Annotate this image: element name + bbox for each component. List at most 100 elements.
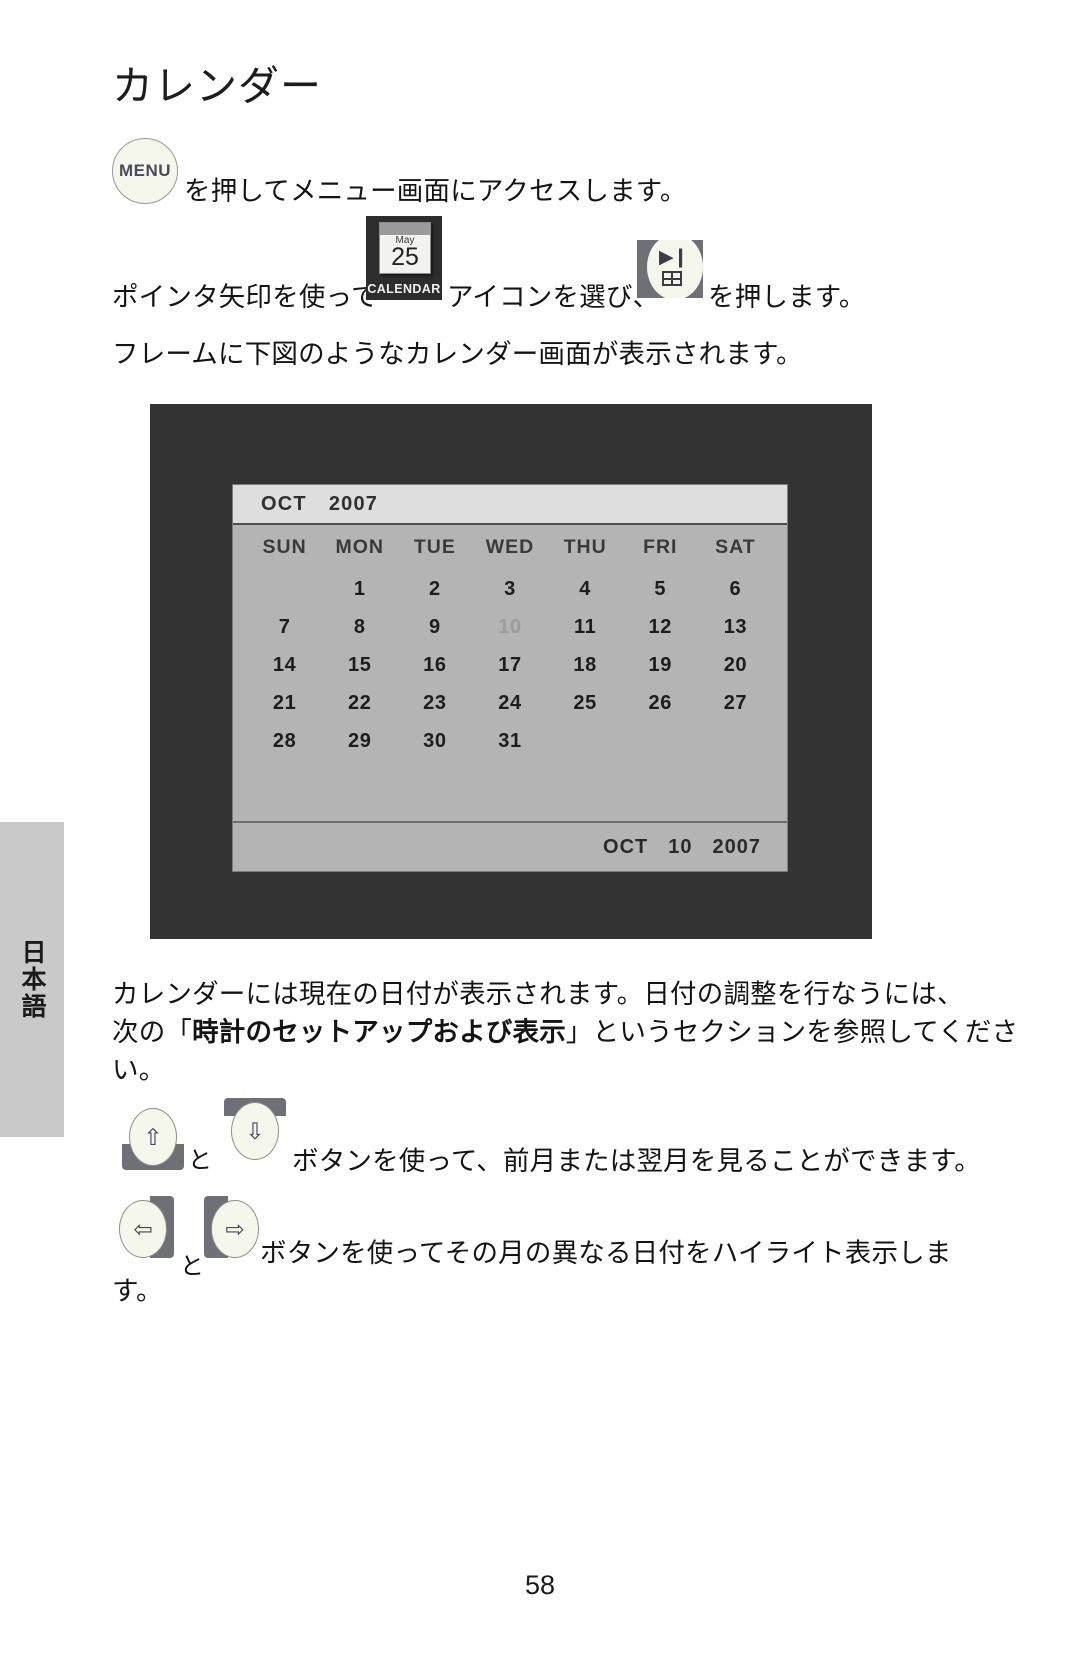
paragraph-line-2-pre: 次の「	[112, 1017, 193, 1047]
up-button-icon: ⇧	[122, 1104, 184, 1170]
calendar-week-row: 7 8 9 10 11 12 13	[247, 608, 773, 646]
calendar-day-6[interactable]: 6	[698, 578, 773, 601]
calendar-week-row: 21 22 23 24 25 26 27	[247, 684, 773, 722]
calendar-day-18[interactable]: 18	[548, 654, 623, 677]
nav-updown-conjunction: と	[188, 1147, 213, 1174]
calendar-day-10[interactable]: 10	[472, 616, 547, 639]
calendar-weekday-sun: SUN	[262, 536, 307, 558]
calendar-day-16[interactable]: 16	[397, 654, 472, 677]
step-select-text-after: を押します。	[708, 282, 866, 312]
paragraph-line-2-post: 」というセクションを参照してくださ	[565, 1017, 1019, 1047]
step-select-calendar-icon: ポインタ矢印を使って May 25 CALENDAR アイコンを選び、 ▶❙ を…	[112, 216, 936, 316]
calendar-day-27[interactable]: 27	[698, 692, 773, 715]
calendar-day-20[interactable]: 20	[698, 654, 773, 677]
arrow-down-icon: ⇩	[245, 1117, 265, 1144]
left-button-icon: ⇦	[112, 1196, 174, 1262]
calendar-day-17[interactable]: 17	[472, 654, 547, 677]
nav-leftright-instruction: ⇦ と ⇨ ボタンを使ってその月の異なる日付をハイライト表示しま す。	[112, 1196, 951, 1316]
right-button-face: ⇨	[211, 1200, 259, 1258]
play-pause-icon: ▶❙	[659, 247, 689, 268]
calendar-day-29[interactable]: 29	[322, 730, 397, 753]
calendar-day-2[interactable]: 2	[397, 578, 472, 601]
calendar-weekday-thu: THU	[563, 536, 607, 558]
calendar-header-month: OCT	[261, 492, 307, 515]
menu-button-label: MENU	[118, 161, 172, 180]
calendar-icon-label: CALENDAR	[367, 282, 441, 296]
calendar-footer: OCT 10 2007	[233, 821, 787, 871]
calendar-weekday-sat: SAT	[715, 536, 756, 558]
calendar-day-23[interactable]: 23	[397, 692, 472, 715]
left-button-face: ⇦	[119, 1200, 167, 1258]
nav-leftright-conjunction: と	[180, 1253, 205, 1280]
calendar-header-year: 2007	[328, 492, 379, 515]
calendar-weekday-mon: MON	[335, 536, 384, 558]
calendar-day-26[interactable]: 26	[623, 692, 698, 715]
calendar-day-8[interactable]: 8	[322, 616, 397, 639]
calendar-day-7[interactable]: 7	[247, 616, 322, 639]
arrow-right-icon: ⇨	[225, 1215, 245, 1242]
paragraph-line-2: 次の「時計のセットアップおよび表示」というセクションを参照してくださ	[112, 1013, 1018, 1051]
calendar-day-5[interactable]: 5	[623, 578, 698, 601]
calendar-day-9[interactable]: 9	[397, 616, 472, 639]
calendar-day-22[interactable]: 22	[322, 692, 397, 715]
nav-updown-instruction: ⇧ と ⇩ ボタンを使って、前月または翌月を見ることができます。	[112, 1098, 981, 1180]
arrow-up-icon: ⇧	[143, 1123, 163, 1150]
calendar-day-3[interactable]: 3	[472, 578, 547, 601]
down-button-icon: ⇩	[224, 1098, 286, 1164]
calendar-day-30[interactable]: 30	[397, 730, 472, 753]
menu-button-icon: MENU	[112, 138, 178, 204]
calendar-screenshot-figure: OCT 2007 SUN MON TUE WED THU FRI SAT 123456789…	[150, 404, 872, 939]
calendar-day-14[interactable]: 14	[247, 654, 322, 677]
play-pause-button-icon: ▶❙	[637, 240, 703, 298]
calendar-week-row: 14 15 16 17 18 19 20	[247, 646, 773, 684]
step-press-menu: MENU を押してメニュー画面にアクセスします。	[112, 138, 936, 208]
calendar-day-15[interactable]: 15	[322, 654, 397, 677]
calendar-weekday-wed: WED	[485, 536, 535, 558]
calendar-sheet-icon: May 25	[379, 222, 431, 274]
paragraph-current-date: カレンダーには現在の日付が表示されます。日付の調整を行なうには、 次の「時計のセ…	[112, 975, 1018, 1089]
step-frame-text: フレームに下図のようなカレンダー画面が表示されます。	[112, 339, 803, 369]
calendar-week-row: 28 29 30 31	[247, 722, 773, 760]
calendar-day-12[interactable]: 12	[623, 616, 698, 639]
calendar-day-24[interactable]: 24	[472, 692, 547, 715]
calendar-footer-day: 10	[668, 835, 693, 858]
calendar-day-19[interactable]: 19	[623, 654, 698, 677]
arrow-left-icon: ⇦	[133, 1215, 153, 1242]
up-button-face: ⇧	[129, 1108, 177, 1166]
calendar-sheet-top-bar	[380, 223, 430, 235]
down-button-face: ⇩	[231, 1102, 279, 1160]
calendar-day-28[interactable]: 28	[247, 730, 322, 753]
calendar-day-31[interactable]: 31	[472, 730, 547, 753]
paragraph-line-1: カレンダーには現在の日付が表示されます。日付の調整を行なうには、	[112, 979, 964, 1009]
calendar-footer-year: 2007	[712, 835, 761, 858]
calendar-grid: SUN MON TUE WED THU FRI SAT 1 2 3 4 5 6 7 8 9 10 11 12 13 1…	[233, 525, 787, 821]
paragraph-line-2-bold: 時計のセットアップおよび表示	[192, 1017, 566, 1047]
paragraph-line-3: い。	[112, 1055, 166, 1085]
calendar-weekday-fri: FRI	[643, 536, 678, 558]
calendar-day-13[interactable]: 13	[698, 616, 773, 639]
calendar-week-row: 123456	[247, 570, 773, 608]
page-content: カレンダー MENU を押してメニュー画面にアクセスします。 ポインタ矢印を使っ…	[112, 0, 1018, 1669]
calendar-weekday-row: SUN MON TUE WED THU FRI SAT	[247, 525, 773, 570]
nav-leftright-text-line1: ボタンを使ってその月の異なる日付をハイライト表示しま	[260, 1238, 952, 1268]
calendar-header: OCT 2007	[233, 485, 787, 525]
right-button-icon: ⇨	[204, 1196, 266, 1262]
calendar-day-21[interactable]: 21	[247, 692, 322, 715]
nav-updown-text: ボタンを使って、前月または翌月を見ることができます。	[292, 1146, 981, 1176]
calendar-day-4[interactable]: 4	[548, 578, 623, 601]
grid-icon	[662, 271, 682, 286]
calendar-weekday-tue: TUE	[413, 536, 456, 558]
calendar-icon-day: 25	[391, 243, 419, 271]
calendar-day-25[interactable]: 25	[548, 692, 623, 715]
step-press-menu-text: を押してメニュー画面にアクセスします。	[184, 176, 687, 206]
calendar-day-11[interactable]: 11	[548, 616, 623, 639]
page-title: カレンダー	[112, 63, 322, 109]
nav-leftright-text-line2: す。	[112, 1276, 163, 1306]
calendar-screen: OCT 2007 SUN MON TUE WED THU FRI SAT 123456789…	[232, 484, 788, 872]
calendar-day-1[interactable]: 1	[322, 578, 397, 601]
step-select-text-middle: アイコンを選び、	[447, 282, 660, 312]
language-tab: 日本語	[0, 822, 64, 1137]
calendar-menu-icon: May 25 CALENDAR	[366, 216, 442, 300]
step-select-text-before: ポインタ矢印を使って	[112, 282, 378, 312]
page-number: 58	[524, 1570, 556, 1600]
